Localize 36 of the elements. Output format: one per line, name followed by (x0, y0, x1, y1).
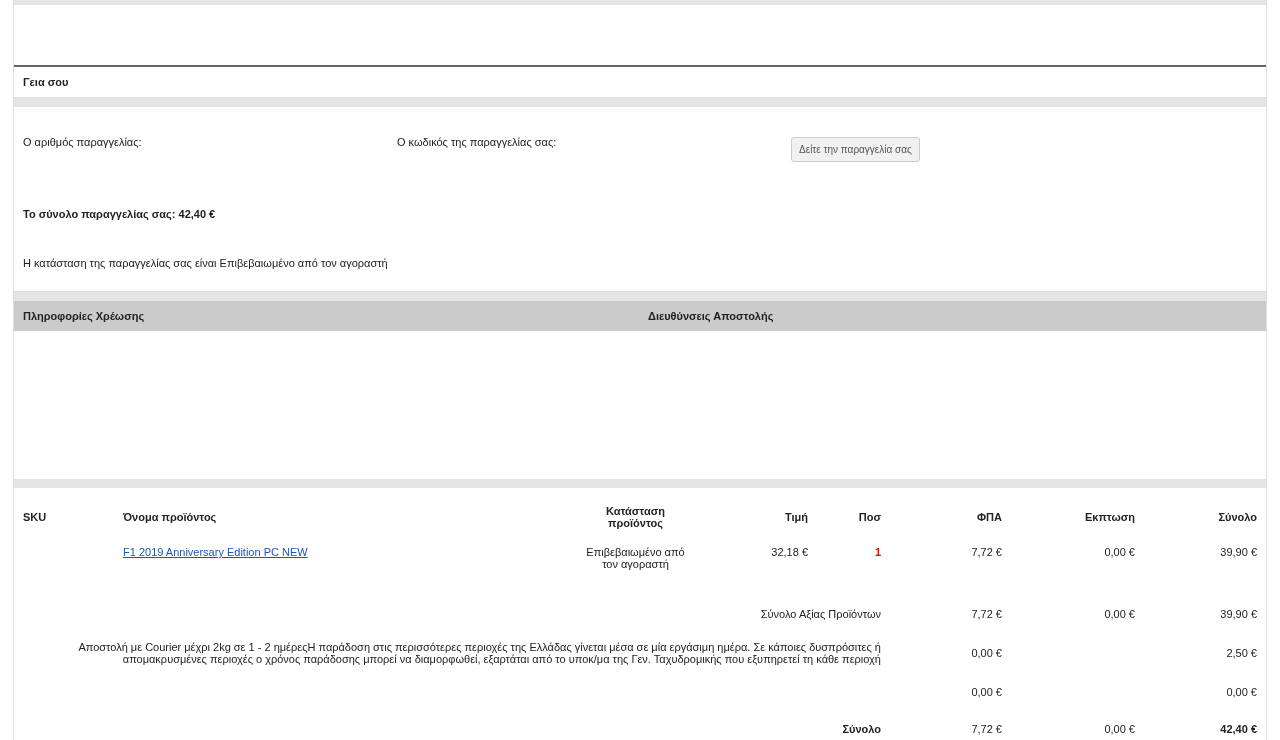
summary-label: Σύνολο (842, 723, 881, 735)
table-cell: 7,72 € (971, 546, 1002, 558)
table-cell: 2,50 € (1226, 647, 1257, 659)
table-cell: 7,72 € (971, 723, 1002, 735)
column-header: SKU (22, 510, 48, 525)
table-cell: 0,00 € (1104, 546, 1135, 558)
column-header: Κατάσταση προϊόντος (605, 504, 666, 531)
summary-label: Σύνολο Αξίας Προϊόντων (760, 608, 881, 620)
shipping-heading: Διευθύνσεις Αποστολής (648, 310, 774, 322)
table-cell: 1 (874, 546, 881, 558)
column-header: Τιμή (783, 510, 809, 525)
table-cell: Επιβεβαιωμένο από τον αγοραστή (586, 546, 685, 570)
column-header: Σύνολο (1217, 510, 1258, 525)
table-cell: 42,40 € (1220, 723, 1257, 735)
column-header: Ποσ (857, 510, 882, 525)
greeting-title: Γεια σου (23, 76, 69, 88)
table-cell: 0,00 € (971, 647, 1002, 659)
table-cell: 32,18 € (771, 546, 808, 558)
table-cell: 0,00 € (971, 686, 1002, 698)
table-cell: 0,00 € (1104, 608, 1135, 620)
column-header: ΦΠΑ (976, 510, 1003, 525)
order-number-label: Ο αριθμός παραγγελίας: (23, 136, 143, 148)
table-cell: 39,90 € (1220, 608, 1257, 620)
table-cell: 0,00 € (1104, 723, 1135, 735)
order-code-label: Ο κωδικός της παραγγελίας σας: (397, 136, 558, 148)
table-cell: 0,00 € (1226, 686, 1257, 698)
column-header: Όνομα προϊόντος (122, 510, 218, 525)
summary-label: Αποστολή με Courier μέχρι 2kg σε 1 - 2 ημέρεςΗ παράδοση στις περισσότερες περιοχές της Ελλάδας γίνεται μέσα σε μία εργάσιμη ημέρα. Σε κάποιες δυσπρόσιτες ή απομακρυσμένες περιοχές ο χρόνος παράδοσης μπορεί να διαμορφωθεί, εξαρτάται από το υποκ/μα της Γεν. Ταχυδρομικής που εξυπηρετεί τη κάθε περιοχή (78, 641, 881, 665)
product-link[interactable]: F1 2019 Anniversary Edition PC NEW (123, 546, 308, 558)
billing-heading: Πληροφορίες Χρέωσης (23, 310, 146, 322)
order-status-text: Η κατάσταση της παραγγελίας σας είναι Επιβεβαιωμένο από τον αγοραστή (23, 257, 389, 269)
table-cell: 39,90 € (1220, 546, 1257, 558)
table-cell: 7,72 € (971, 608, 1002, 620)
column-header: Εκπτωση (1083, 510, 1136, 525)
view-order-button[interactable]: Δείτε την παραγγελία σας (791, 137, 920, 162)
order-total-text: Το σύνολο παραγγελίας σας: 42,40 € (23, 208, 217, 220)
